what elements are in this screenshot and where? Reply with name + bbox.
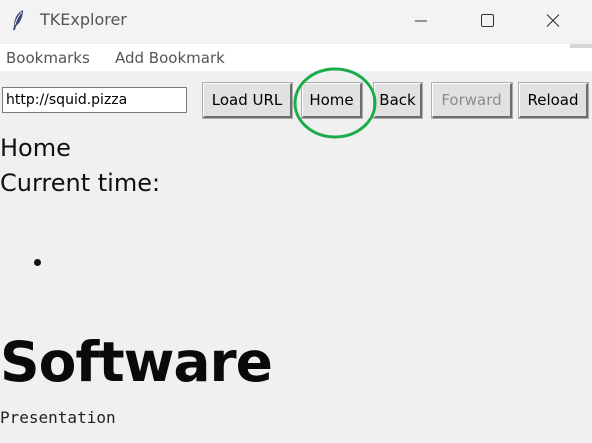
- window-title: TKExplorer: [40, 10, 127, 29]
- forward-button[interactable]: Forward: [431, 82, 513, 119]
- page-heading: Software: [0, 330, 273, 394]
- page-subtext: Presentation: [0, 408, 116, 427]
- menu-add-bookmark[interactable]: Add Bookmark: [115, 49, 225, 67]
- minimize-button[interactable]: [398, 0, 444, 42]
- feather-icon: [10, 9, 26, 31]
- page-title: Home: [0, 134, 71, 162]
- maximize-button[interactable]: [464, 0, 510, 42]
- current-time-label: Current time:: [0, 169, 161, 197]
- url-input[interactable]: [2, 87, 187, 113]
- title-bar: TKExplorer: [0, 0, 592, 42]
- maximize-icon: [481, 14, 494, 27]
- menu-divider: [570, 44, 592, 48]
- close-button[interactable]: [530, 0, 576, 42]
- load-url-button[interactable]: Load URL: [202, 82, 293, 119]
- reload-button[interactable]: Reload: [518, 82, 589, 119]
- highlight-circle: [293, 67, 377, 139]
- list-bullet: [34, 259, 41, 266]
- back-button[interactable]: Back: [373, 82, 423, 119]
- menu-bookmarks[interactable]: Bookmarks: [6, 49, 90, 67]
- close-icon: [546, 14, 560, 27]
- minimize-icon: [415, 20, 427, 22]
